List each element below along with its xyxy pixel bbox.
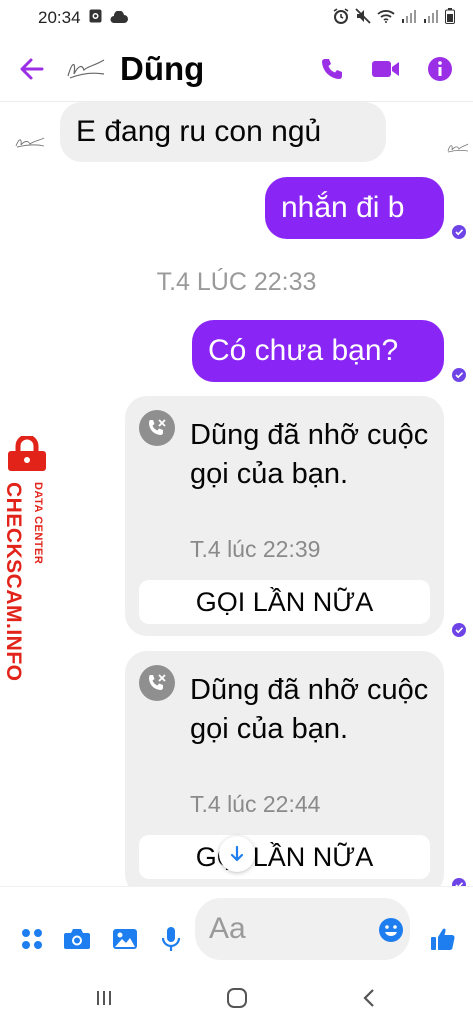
- lock-icon: [8, 436, 46, 471]
- like-button[interactable]: [429, 925, 457, 953]
- arrow-down-icon: [230, 845, 244, 862]
- apps-button[interactable]: [18, 925, 46, 953]
- mic-icon: [161, 927, 181, 951]
- mute-icon: [355, 7, 371, 29]
- avatar[interactable]: [64, 54, 108, 84]
- seen-indicator: [452, 623, 466, 637]
- contact-name[interactable]: Dũng: [120, 50, 204, 88]
- cloud-icon: [110, 8, 128, 28]
- message-bubble-outgoing[interactable]: Có chưa bạn?: [192, 320, 444, 382]
- video-icon: [372, 60, 399, 77]
- missed-call-card[interactable]: Dũng đã nhỡ cuộc gọi của bạn. T.4 lúc 22…: [125, 396, 444, 636]
- info-button[interactable]: [425, 54, 455, 84]
- phone-icon: [322, 58, 342, 79]
- gallery-button[interactable]: [111, 925, 139, 953]
- alarm-icon: [333, 7, 349, 29]
- camera-icon: [64, 929, 90, 949]
- apps-icon: [22, 929, 42, 949]
- seen-indicator: [452, 225, 466, 239]
- video-call-button[interactable]: [371, 54, 401, 84]
- missed-call-text: Dũng đã nhỡ cuộc gọi của bạn.: [190, 419, 429, 490]
- photo-icon: [89, 8, 102, 28]
- call-button[interactable]: [317, 54, 347, 84]
- missed-call-text: Dũng đã nhỡ cuộc gọi của bạn.: [190, 674, 429, 745]
- sender-avatar: [15, 137, 45, 148]
- signal-icon: [423, 8, 439, 28]
- scroll-to-bottom-button[interactable]: [219, 836, 255, 872]
- message-input[interactable]: Aa: [195, 898, 410, 960]
- message-text: E đang ru con ngủ: [76, 115, 322, 148]
- home-button[interactable]: [225, 986, 249, 1010]
- seen-avatar: [447, 143, 469, 153]
- missed-call-card[interactable]: Dũng đã nhỡ cuộc gọi của bạn. T.4 lúc 22…: [125, 651, 444, 886]
- system-nav-bar: [0, 976, 473, 1024]
- missed-call-icon: [139, 410, 175, 446]
- message-input-placeholder: Aa: [209, 912, 246, 945]
- message-text: Có chưa bạn?: [208, 334, 399, 367]
- timestamp-divider: T.4 LÚC 22:33: [156, 268, 317, 296]
- image-icon: [113, 929, 137, 949]
- watermark-subtext: DATA CENTER: [32, 482, 44, 565]
- recent-apps-button[interactable]: [92, 986, 116, 1010]
- seen-indicator: [452, 368, 466, 382]
- message-bubble-incoming[interactable]: E đang ru con ngủ: [60, 102, 386, 162]
- message-bubble-outgoing[interactable]: nhắn đi b: [265, 177, 444, 239]
- camera-button[interactable]: [63, 925, 91, 953]
- message-text: nhắn đi b: [281, 191, 405, 224]
- message-composer: Aa: [0, 886, 473, 976]
- missed-call-time: T.4 lúc 22:44: [190, 791, 321, 817]
- back-button[interactable]: [0, 36, 64, 102]
- back-nav-button[interactable]: [358, 986, 382, 1010]
- message-list[interactable]: E đang ru con ngủ nhắn đi b T.4 LÚC 22:3…: [0, 102, 473, 886]
- thumbs-up-icon: [431, 928, 455, 950]
- emoji-icon[interactable]: [378, 917, 404, 943]
- info-icon: [428, 56, 452, 81]
- signal-icon: [401, 8, 417, 28]
- call-again-button[interactable]: GỌI LẦN NỮA: [139, 580, 430, 624]
- status-time: 20:34: [38, 8, 81, 27]
- wifi-icon: [377, 8, 395, 28]
- call-again-button[interactable]: GỌI LẦN NỮA: [139, 835, 430, 879]
- battery-icon: [445, 7, 455, 29]
- status-bar: 20:34: [0, 0, 473, 36]
- missed-call-icon: [139, 665, 175, 701]
- arrow-left-icon: [20, 58, 44, 79]
- watermark-text: CHECKSCAM.INFO: [2, 482, 25, 682]
- missed-call-time: T.4 lúc 22:39: [190, 536, 321, 562]
- seen-indicator: [452, 878, 466, 886]
- voice-button[interactable]: [157, 925, 185, 953]
- watermark: CHECKSCAM.INFO DATA CENTER: [0, 436, 56, 682]
- chat-header: Dũng: [0, 36, 473, 102]
